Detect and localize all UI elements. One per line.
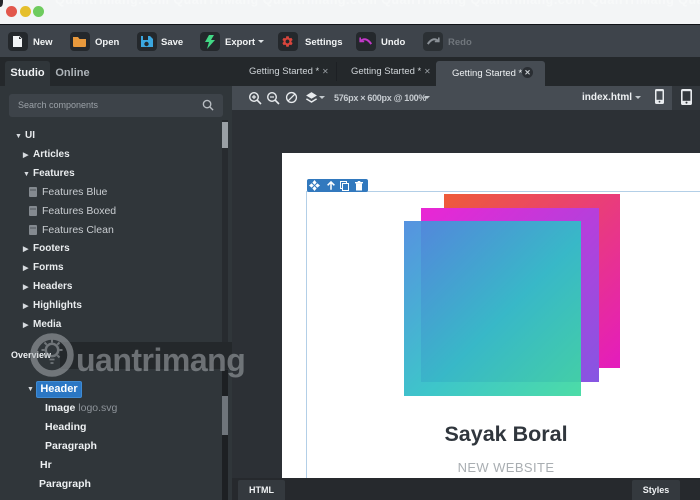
svg-text:uantrimang: uantrimang [76, 342, 245, 378]
